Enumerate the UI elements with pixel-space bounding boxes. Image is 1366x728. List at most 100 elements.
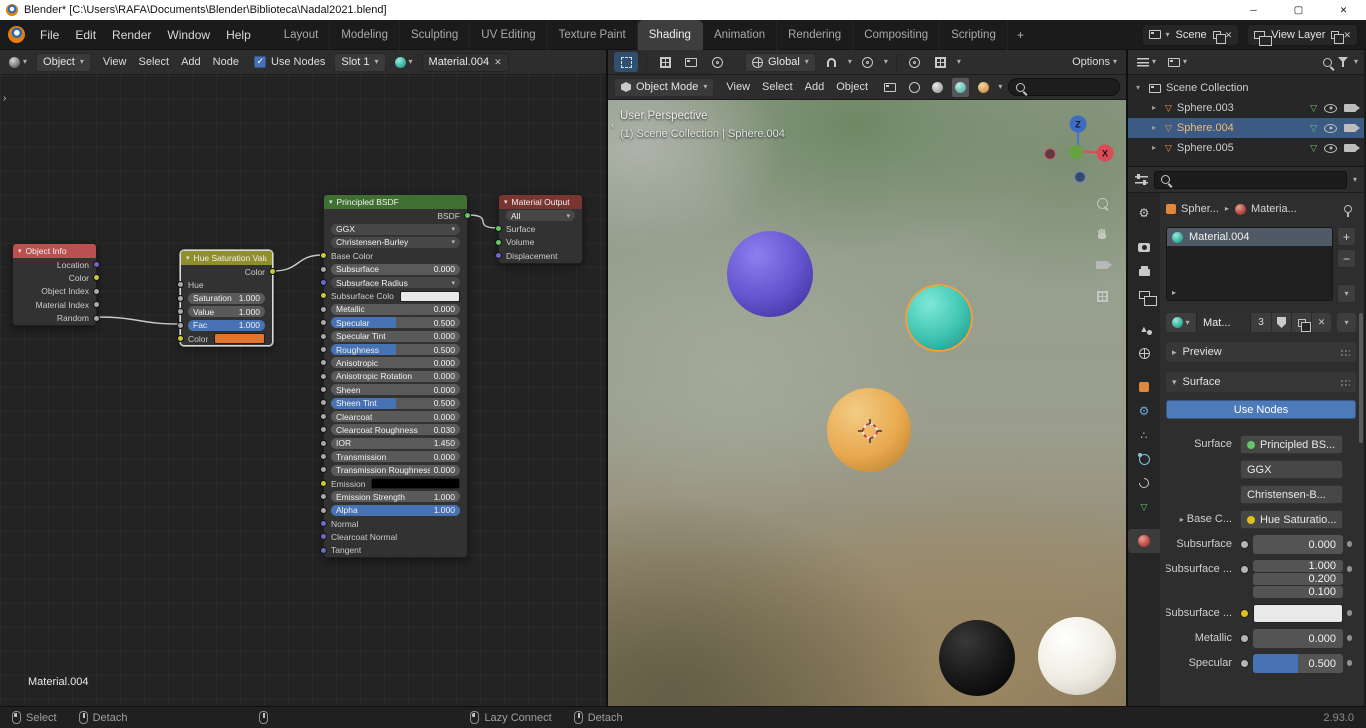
node-hue-saturation-value[interactable]: Hue Saturation Value Color Hue Saturation 1.… — [177, 250, 276, 347]
node-field-transmission-roughness[interactable]: Transmission Roughness 0.000 — [331, 464, 460, 476]
node-field-sheen[interactable]: Sheen 0.000 — [331, 384, 460, 396]
prop-dropdown-christensen-b[interactable]: Christensen-B... — [1240, 485, 1343, 504]
node-wire[interactable] — [467, 214, 499, 229]
shader-menu-select[interactable]: Select — [132, 56, 175, 68]
collapse-icon[interactable] — [186, 255, 190, 262]
proportional-editing-button[interactable] — [858, 53, 878, 71]
maximize-button[interactable] — [1276, 0, 1321, 20]
white-sphere[interactable] — [1038, 617, 1116, 695]
tab-shading[interactable]: Shading — [637, 19, 703, 50]
properties-search[interactable] — [1154, 170, 1347, 189]
properties-tab-tool[interactable] — [1128, 201, 1160, 225]
input-socket[interactable] — [320, 399, 327, 407]
properties-tab-object[interactable] — [1128, 375, 1160, 399]
shading-solid-button[interactable] — [929, 78, 946, 97]
prop-dropdown-ggx[interactable]: GGX — [1240, 460, 1343, 479]
material-id-field[interactable]: Material.004 — [421, 52, 509, 72]
viewport-canvas[interactable]: User Perspective (1) Scene Collection | … — [608, 100, 1126, 706]
perspective-toggle-widget[interactable] — [1093, 287, 1111, 305]
disable-in-renders-icon[interactable] — [1344, 124, 1360, 132]
prop-color-swatch[interactable] — [1253, 604, 1343, 623]
chevron-down-icon[interactable] — [1354, 58, 1358, 66]
output-socket[interactable] — [93, 314, 100, 322]
breadcrumb-object[interactable]: Spher... — [1181, 203, 1219, 215]
expander-icon[interactable] — [1136, 84, 1144, 92]
node-header-principled-bsdf[interactable]: Principled BSDF — [324, 195, 467, 209]
collapse-icon[interactable] — [18, 248, 22, 255]
input-socket[interactable] — [320, 546, 327, 554]
tab-layout[interactable]: Layout — [273, 19, 331, 50]
panel-preview[interactable]: Preview — [1166, 342, 1356, 362]
unlink-material-button[interactable] — [1311, 313, 1331, 332]
input-socket[interactable] — [320, 265, 327, 273]
viewport-search-input[interactable] — [1030, 81, 1112, 93]
mode-dropdown[interactable]: Object Mode — [614, 77, 715, 97]
material-slot[interactable]: Material.004 — [1167, 228, 1332, 246]
properties-tab-physics[interactable] — [1128, 447, 1160, 471]
node-field-roughness[interactable]: Roughness 0.500 — [331, 344, 460, 356]
shader-menu-view[interactable]: View — [97, 56, 133, 68]
unlink-scene-icon[interactable] — [1225, 29, 1233, 41]
editor-type-button[interactable] — [6, 56, 30, 68]
properties-tab-scene[interactable] — [1128, 317, 1160, 341]
tab-compositing[interactable]: Compositing — [853, 19, 941, 50]
expander-icon[interactable] — [1152, 124, 1160, 132]
input-socket[interactable] — [320, 453, 327, 461]
zoom-widget[interactable] — [1093, 194, 1111, 212]
hide-in-viewport-icon[interactable] — [1324, 143, 1337, 153]
input-socket[interactable] — [495, 225, 502, 233]
unlink-material-icon[interactable] — [494, 56, 502, 68]
display-mode-dropdown[interactable] — [1165, 57, 1190, 67]
expander-icon[interactable] — [1152, 104, 1160, 112]
slot-specials-button[interactable] — [1337, 284, 1356, 303]
new-material-button[interactable] — [1291, 313, 1311, 332]
node-wire[interactable] — [96, 316, 181, 325]
new-view-layer-icon[interactable] — [1331, 30, 1345, 44]
color-swatch-color[interactable] — [214, 333, 265, 345]
input-socket[interactable] — [495, 238, 502, 246]
prop-vector-field[interactable]: 0.100 — [1253, 586, 1343, 598]
menu-help[interactable]: Help — [218, 28, 259, 42]
properties-search-input[interactable] — [1175, 173, 1340, 186]
show-overlays-button[interactable] — [931, 53, 951, 71]
node-header-material-output[interactable]: Material Output — [499, 195, 582, 209]
shading-wireframe-button[interactable] — [906, 78, 923, 97]
node-header-object-info[interactable]: Object Info — [13, 244, 96, 258]
output-socket[interactable] — [269, 268, 276, 275]
drag-handle-icon[interactable] — [1340, 348, 1350, 356]
node-field-subsurface[interactable]: Subsurface 0.000 — [331, 263, 460, 275]
tab-modeling[interactable]: Modeling — [330, 19, 400, 50]
input-socket[interactable] — [320, 345, 327, 353]
node-header-hue-saturation-value[interactable]: Hue Saturation Value — [181, 251, 272, 265]
slot-list-expander-icon[interactable] — [1172, 289, 1176, 297]
animate-dot-icon[interactable] — [1346, 660, 1353, 666]
remove-view-layer-icon[interactable] — [1343, 29, 1351, 41]
slot-dropdown[interactable]: Slot 1 — [334, 52, 386, 72]
node-field-transmission[interactable]: Transmission 0.000 — [331, 451, 460, 463]
input-socket[interactable] — [320, 466, 327, 474]
properties-tab-render[interactable] — [1128, 235, 1160, 259]
material-slot-list[interactable]: Material.004 — [1166, 227, 1333, 301]
input-socket[interactable] — [320, 386, 327, 394]
shader-menu-node[interactable]: Node — [207, 56, 245, 68]
collapse-icon[interactable] — [504, 199, 508, 206]
properties-tab-output[interactable] — [1128, 259, 1160, 283]
node-field-specular[interactable]: Specular 0.500 — [331, 317, 460, 329]
shading-settings-icon[interactable] — [998, 83, 1002, 91]
tab-rendering[interactable]: Rendering — [777, 19, 854, 50]
input-socket[interactable] — [495, 252, 502, 260]
axis-y[interactable] — [1069, 145, 1083, 159]
hide-in-viewport-icon[interactable] — [1324, 123, 1337, 133]
outliner-row-sphere-004[interactable]: Sphere.004 — [1128, 118, 1364, 138]
input-socket[interactable] — [320, 292, 327, 300]
camera-view-widget[interactable] — [1093, 256, 1112, 274]
new-scene-icon[interactable] — [1212, 30, 1226, 44]
input-socket[interactable] — [320, 439, 327, 447]
prop-field-metallic[interactable]: 0.000 — [1253, 629, 1343, 648]
axis-x-negative[interactable] — [1043, 147, 1057, 161]
prop-vector-field[interactable]: 1.000 — [1253, 560, 1343, 572]
input-socket[interactable] — [320, 426, 327, 434]
viewport-search[interactable] — [1008, 78, 1120, 96]
snap-settings-icon[interactable] — [848, 58, 852, 66]
prop-field-specular[interactable]: 0.500 — [1253, 654, 1343, 673]
